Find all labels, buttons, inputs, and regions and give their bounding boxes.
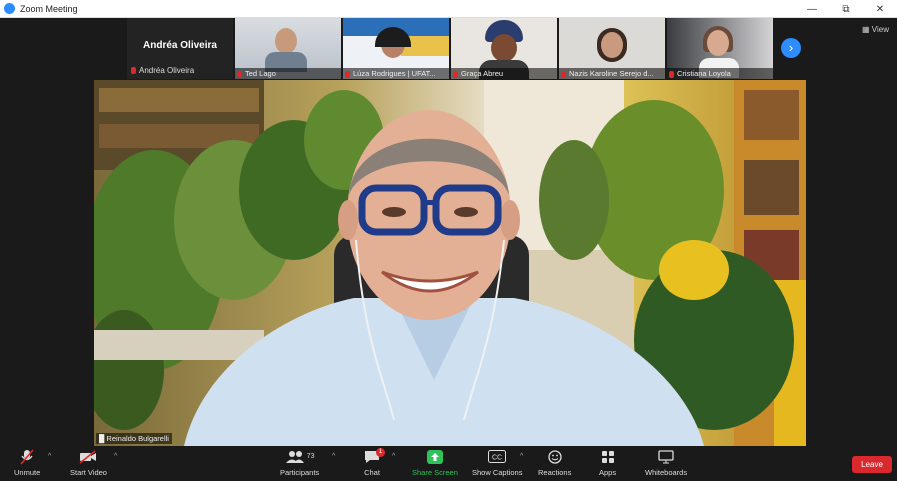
active-speaker-name: Andréa Oliveira <box>143 40 217 51</box>
chat-caret-icon[interactable]: ^ <box>392 453 395 460</box>
participants-count: 73 <box>306 453 315 460</box>
show-captions-button[interactable]: CC Show Captions <box>472 448 522 477</box>
muted-mic-icon <box>345 70 350 78</box>
muted-mic-icon <box>237 70 242 78</box>
participant-name: Lúza Rodrigues | UFAT... <box>343 68 449 79</box>
muted-mic-icon <box>453 70 458 78</box>
speaker-video[interactable]: █ Reinaldo Bulgarelli <box>94 80 806 446</box>
whiteboards-button[interactable]: Whiteboards <box>645 448 687 477</box>
participant-thumbnail[interactable]: Cristiana Loyola <box>667 18 773 79</box>
zoom-logo-icon <box>4 3 15 14</box>
muted-mic-icon <box>561 70 566 78</box>
reactions-button[interactable]: Reactions <box>538 448 571 477</box>
meeting-toolbar: Unmute ^ Start Video ^ 73 Participants ^… <box>0 446 897 481</box>
participant-name: Cristiana Loyola <box>667 68 773 79</box>
participant-name: Nazis Karoline Serejo d... <box>559 68 665 79</box>
captions-icon: CC <box>488 448 507 465</box>
speaker-name-label: █ Reinaldo Bulgarelli <box>96 433 172 444</box>
view-button[interactable]: ▦ View <box>862 25 889 34</box>
close-icon[interactable]: ✕ <box>863 0 897 18</box>
muted-mic-icon <box>131 67 136 75</box>
grid-icon: ▦ <box>862 25 870 34</box>
mic-muted-icon <box>20 448 34 465</box>
chevron-right-icon: › <box>788 40 794 55</box>
participant-name: Ted Lago <box>235 68 341 79</box>
minimize-icon[interactable]: — <box>795 0 829 18</box>
window-title: Zoom Meeting <box>20 3 78 14</box>
share-screen-button[interactable]: Share Screen <box>412 448 458 477</box>
unmute-button[interactable]: Unmute <box>14 448 40 477</box>
muted-mic-icon <box>669 70 674 78</box>
active-speaker-tile[interactable]: Andréa Oliveira Andréa Oliveira <box>127 18 233 79</box>
participant-thumbnail[interactable]: Lúza Rodrigues | UFAT... <box>343 18 449 79</box>
svg-text:CC: CC <box>492 455 502 462</box>
chat-badge: 1 <box>376 448 385 457</box>
chat-button[interactable]: 1 Chat <box>364 448 385 477</box>
title-bar: Zoom Meeting — ⧉ ✕ <box>0 0 897 18</box>
start-video-caret-icon[interactable]: ^ <box>114 453 117 460</box>
participant-thumbnail[interactable]: Ted Lago <box>235 18 341 79</box>
next-page-button[interactable]: › <box>781 38 801 58</box>
participants-caret-icon[interactable]: ^ <box>332 453 335 460</box>
share-screen-icon <box>426 448 443 465</box>
captions-caret-icon[interactable]: ^ <box>520 453 523 460</box>
participant-thumbnail[interactable]: Graça Abreu <box>451 18 557 79</box>
apps-icon <box>601 448 615 465</box>
participants-icon: 73 <box>285 448 315 465</box>
leave-button[interactable]: Leave <box>852 456 892 473</box>
whiteboard-icon <box>658 448 674 465</box>
reactions-icon <box>548 448 562 465</box>
participant-name: Graça Abreu <box>451 68 557 79</box>
participants-button[interactable]: 73 Participants <box>280 448 319 477</box>
signal-bars-icon: █ <box>99 434 105 443</box>
restore-icon[interactable]: ⧉ <box>829 0 863 18</box>
active-speaker-label: Andréa Oliveira <box>131 66 194 75</box>
apps-button[interactable]: Apps <box>599 448 616 477</box>
start-video-button[interactable]: Start Video <box>70 448 107 477</box>
participant-thumbnail[interactable]: Nazis Karoline Serejo d... <box>559 18 665 79</box>
speaker-video-frame <box>94 80 806 446</box>
window-controls: — ⧉ ✕ <box>795 0 897 18</box>
camera-off-icon <box>79 448 97 465</box>
unmute-caret-icon[interactable]: ^ <box>48 453 51 460</box>
